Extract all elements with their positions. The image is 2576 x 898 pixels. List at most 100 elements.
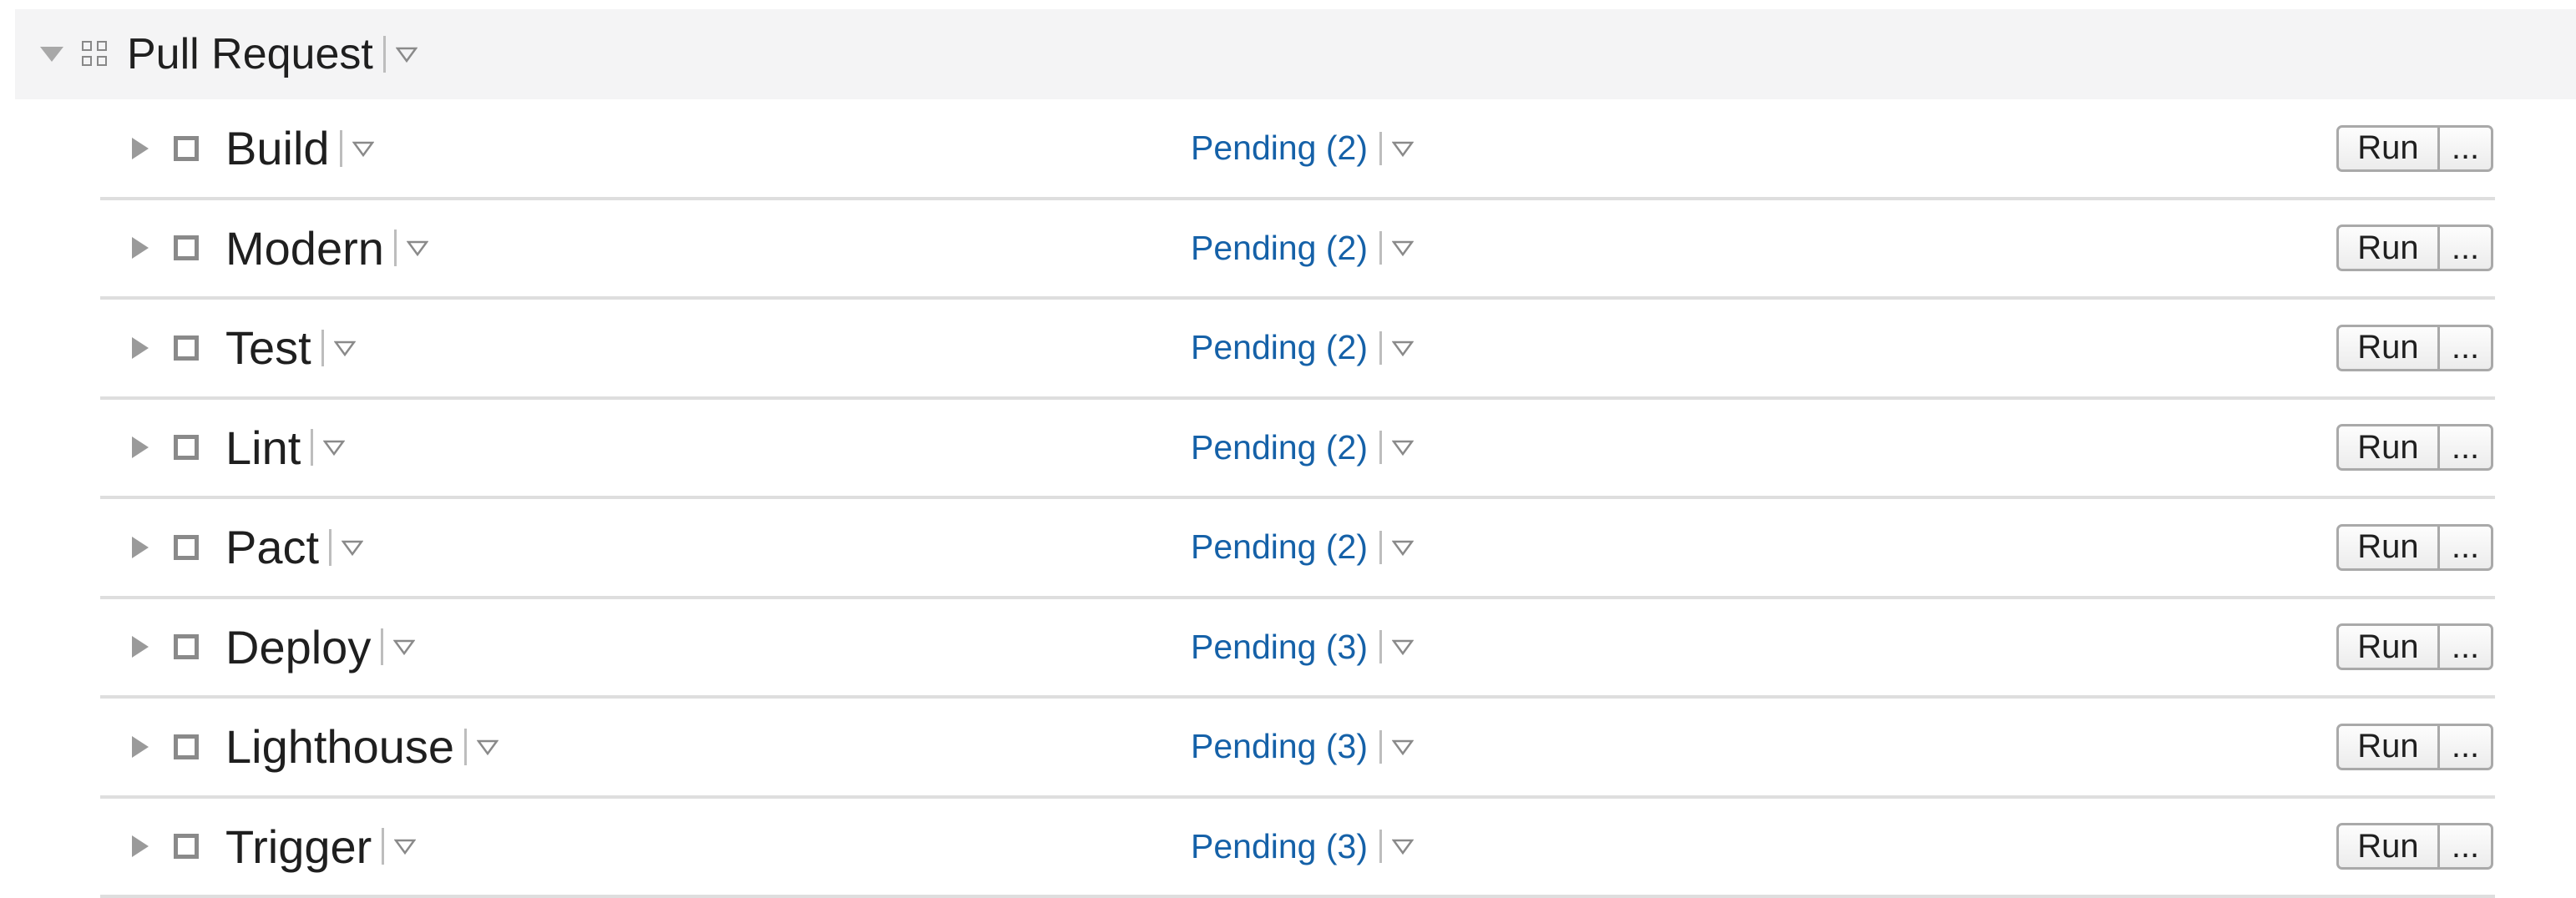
expand-caret-icon[interactable]	[132, 237, 149, 259]
row-checkbox[interactable]	[174, 834, 199, 859]
run-button[interactable]: Run	[2336, 125, 2440, 172]
action-buttons: Run ...	[2336, 224, 2493, 271]
dropdown-triangle-icon[interactable]	[323, 439, 345, 456]
row-checkbox[interactable]	[174, 335, 199, 361]
expand-caret-icon[interactable]	[132, 537, 149, 558]
status-link[interactable]: Pending (3)	[1191, 727, 1368, 766]
status-link[interactable]: Pending (2)	[1191, 428, 1368, 467]
expand-caret-icon[interactable]	[132, 736, 149, 758]
more-button[interactable]: ...	[2440, 623, 2493, 670]
dropdown-triangle-icon[interactable]	[1392, 240, 1414, 256]
more-button[interactable]: ...	[2440, 125, 2493, 172]
pipeline-name-cell: Test	[225, 320, 356, 375]
divider	[464, 729, 467, 765]
dropdown-triangle-icon[interactable]	[1392, 439, 1414, 456]
divider	[1379, 630, 1382, 663]
status-cell: Pending (3)	[1191, 628, 1414, 667]
more-button[interactable]: ...	[2440, 224, 2493, 271]
divider	[1379, 431, 1382, 464]
pipeline-name: Test	[225, 320, 311, 375]
pipeline-name-cell: Lighthouse	[225, 719, 498, 774]
status-cell: Pending (2)	[1191, 229, 1414, 268]
dropdown-triangle-icon[interactable]	[393, 638, 415, 655]
status-link[interactable]: Pending (2)	[1191, 129, 1368, 168]
dropdown-triangle-icon[interactable]	[396, 46, 418, 63]
pipeline-row: Deploy Pending (3) Run ...	[100, 599, 2495, 699]
dropdown-triangle-icon[interactable]	[352, 140, 374, 157]
more-button[interactable]: ...	[2440, 424, 2493, 471]
expand-caret-icon[interactable]	[132, 636, 149, 658]
dropdown-triangle-icon[interactable]	[1392, 739, 1414, 755]
expand-caret-icon[interactable]	[132, 835, 149, 857]
action-buttons: Run ...	[2336, 724, 2493, 770]
action-buttons: Run ...	[2336, 424, 2493, 471]
more-button[interactable]: ...	[2440, 325, 2493, 371]
run-button[interactable]: Run	[2336, 823, 2440, 870]
pipeline-name-cell: Deploy	[225, 620, 415, 674]
status-cell: Pending (2)	[1191, 129, 1414, 168]
pipeline-row: Build Pending (2) Run ...	[100, 100, 2495, 200]
dropdown-triangle-icon[interactable]	[1392, 638, 1414, 655]
grid-icon	[82, 41, 109, 68]
dropdown-triangle-icon[interactable]	[342, 539, 363, 556]
pipeline-row: Lint Pending (2) Run ...	[100, 400, 2495, 500]
row-checkbox[interactable]	[174, 634, 199, 659]
pipeline-name: Modern	[225, 221, 384, 275]
dropdown-triangle-icon[interactable]	[407, 240, 428, 256]
divider	[394, 230, 397, 266]
more-button[interactable]: ...	[2440, 724, 2493, 770]
run-button[interactable]: Run	[2336, 224, 2440, 271]
pipeline-list: Build Pending (2) Run ... Modern	[100, 100, 2495, 898]
action-buttons: Run ...	[2336, 623, 2493, 670]
action-buttons: Run ...	[2336, 524, 2493, 571]
run-button[interactable]: Run	[2336, 524, 2440, 571]
expand-caret-icon[interactable]	[132, 337, 149, 359]
expand-caret-icon[interactable]	[132, 436, 149, 458]
row-checkbox[interactable]	[174, 734, 199, 759]
divider	[1379, 331, 1382, 365]
dropdown-triangle-icon[interactable]	[1392, 340, 1414, 356]
status-cell: Pending (2)	[1191, 428, 1414, 467]
pipeline-name-cell: Lint	[225, 421, 345, 475]
divider	[381, 628, 383, 665]
divider	[340, 130, 342, 167]
run-button[interactable]: Run	[2336, 325, 2440, 371]
pipeline-row: Trigger Pending (3) Run ...	[100, 799, 2495, 898]
status-link[interactable]: Pending (2)	[1191, 328, 1368, 367]
expand-caret-icon[interactable]	[132, 138, 149, 159]
pipeline-name: Deploy	[225, 620, 371, 674]
divider	[1379, 830, 1382, 863]
status-cell: Pending (3)	[1191, 727, 1414, 766]
dropdown-triangle-icon[interactable]	[1392, 838, 1414, 855]
divider	[321, 330, 324, 366]
collapse-caret-icon[interactable]	[40, 47, 63, 62]
divider	[1379, 730, 1382, 764]
row-checkbox[interactable]	[174, 435, 199, 460]
status-link[interactable]: Pending (3)	[1191, 628, 1368, 667]
status-link[interactable]: Pending (3)	[1191, 827, 1368, 866]
dropdown-triangle-icon[interactable]	[334, 340, 356, 356]
more-button[interactable]: ...	[2440, 524, 2493, 571]
pipeline-group-header: Pull Request	[15, 9, 2576, 99]
divider	[1379, 531, 1382, 564]
pipeline-name: Build	[225, 121, 330, 175]
more-button[interactable]: ...	[2440, 823, 2493, 870]
pipeline-name-cell: Modern	[225, 221, 428, 275]
action-buttons: Run ...	[2336, 325, 2493, 371]
run-button[interactable]: Run	[2336, 623, 2440, 670]
dropdown-triangle-icon[interactable]	[477, 739, 498, 755]
dropdown-triangle-icon[interactable]	[1392, 140, 1414, 157]
dropdown-triangle-icon[interactable]	[394, 838, 416, 855]
row-checkbox[interactable]	[174, 535, 199, 560]
row-checkbox[interactable]	[174, 235, 199, 260]
dropdown-triangle-icon[interactable]	[1392, 539, 1414, 556]
run-button[interactable]: Run	[2336, 424, 2440, 471]
pipeline-row: Lighthouse Pending (3) Run ...	[100, 699, 2495, 799]
run-button[interactable]: Run	[2336, 724, 2440, 770]
row-checkbox[interactable]	[174, 136, 199, 161]
status-cell: Pending (3)	[1191, 827, 1414, 866]
status-link[interactable]: Pending (2)	[1191, 527, 1368, 567]
status-cell: Pending (2)	[1191, 328, 1414, 367]
divider	[383, 36, 386, 73]
status-link[interactable]: Pending (2)	[1191, 229, 1368, 268]
